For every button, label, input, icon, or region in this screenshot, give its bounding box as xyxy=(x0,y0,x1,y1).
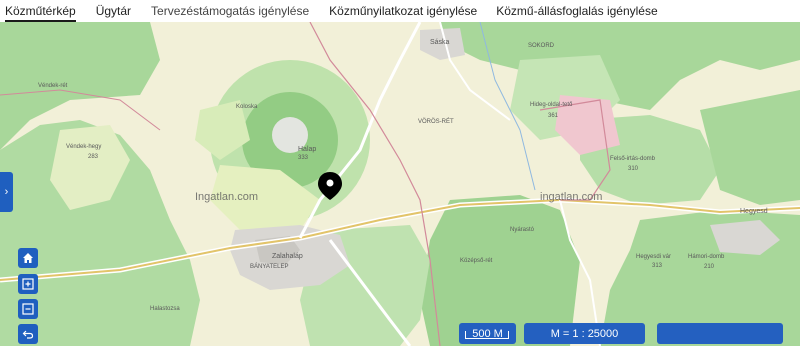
label-hideg-oldal-val: 361 xyxy=(548,113,559,119)
label-banyatelep: BÁNYATELEP xyxy=(250,263,288,270)
label-vendek-ret: Véndek-rét xyxy=(38,83,68,89)
label-sokord: SOKORD xyxy=(528,43,555,49)
label-felso-irtas-val: 310 xyxy=(628,166,639,172)
scale-ratio-label: M = 1 : 25000 xyxy=(550,327,619,340)
label-vendek-hegy: Véndek-hegy xyxy=(66,144,101,150)
label-felso-irtas: Felső-irtás-domb xyxy=(610,156,656,162)
chevron-right-icon: › xyxy=(4,186,9,198)
side-panel-toggle[interactable]: › xyxy=(0,172,13,212)
app-root: Közműtérkép Ügytár Tervezéstámogatás igé… xyxy=(0,0,800,346)
label-hegyesdi-val: 313 xyxy=(652,263,663,269)
watermark: Ingatlan.com xyxy=(195,191,258,203)
scale-bar-label: 500 M xyxy=(472,327,503,340)
label-nyarasto: Nyárastó xyxy=(510,227,535,233)
label-koloska: Koloska xyxy=(236,104,258,110)
tab-label: Ügytár xyxy=(95,4,132,18)
coordinate-box xyxy=(657,323,783,344)
tab-label: Közmű-állásfoglalás igénylése xyxy=(496,4,658,18)
tab-tervezestamogatas[interactable]: Tervezéstámogatás igénylése xyxy=(151,0,309,22)
tab-kozmuterkep[interactable]: Közműtérkép xyxy=(5,0,76,22)
active-tab-indicator xyxy=(5,20,76,22)
label-hegyesdi-var: Hegyesdi vár xyxy=(636,254,671,260)
tab-label: Közműnyilatkozat igénylése xyxy=(329,4,478,18)
map-canvas[interactable]: Sáska SOKORD VÖRÖS-RÉT Hideg-oldal-tető … xyxy=(0,22,800,346)
map-svg: Sáska SOKORD VÖRÖS-RÉT Hideg-oldal-tető … xyxy=(0,22,800,346)
label-saska: Sáska xyxy=(430,39,450,46)
tab-label: Közműtérkép xyxy=(5,4,76,18)
tab-kozmu-allasfoglalas[interactable]: Közmű-állásfoglalás igénylése xyxy=(496,0,657,22)
minus-square-icon xyxy=(22,303,34,315)
watermark: ingatlan.com xyxy=(540,191,602,203)
label-hideg-oldal: Hideg-oldal-tető xyxy=(530,102,573,108)
label-voros-ret: VÖRÖS-RÉT xyxy=(418,118,454,125)
label-halap: Halap xyxy=(298,146,316,153)
back-button[interactable] xyxy=(18,324,38,344)
label-kozepso-ret: Középső-rét xyxy=(460,258,493,264)
home-button[interactable] xyxy=(18,248,38,268)
tab-ugytar[interactable]: Ügytár xyxy=(96,0,131,22)
label-hegyesd: Hegyesd xyxy=(740,208,768,215)
tab-bar: Közműtérkép Ügytár Tervezéstámogatás igé… xyxy=(0,0,800,22)
label-hamori-domb: Hámori-domb xyxy=(688,254,725,260)
label-halastozsa: Halastozsa xyxy=(150,306,180,312)
scale-bar: 500 M xyxy=(459,323,516,344)
zoom-in-button[interactable] xyxy=(18,274,38,294)
tab-label: Tervezéstámogatás igénylése xyxy=(151,4,310,18)
label-hamori-val: 210 xyxy=(704,264,715,270)
home-icon xyxy=(23,253,33,263)
tab-kozmunyilatkozat[interactable]: Közműnyilatkozat igénylése xyxy=(329,0,477,22)
label-zalahalap: Zalahaláp xyxy=(272,253,303,260)
label-halap-val: 333 xyxy=(298,155,309,161)
label-vendek-hegy-val: 283 xyxy=(88,154,99,160)
undo-arrow-icon xyxy=(22,330,34,339)
plus-square-icon xyxy=(22,278,34,290)
scale-ratio: M = 1 : 25000 xyxy=(524,323,645,344)
zoom-out-button[interactable] xyxy=(18,299,38,319)
